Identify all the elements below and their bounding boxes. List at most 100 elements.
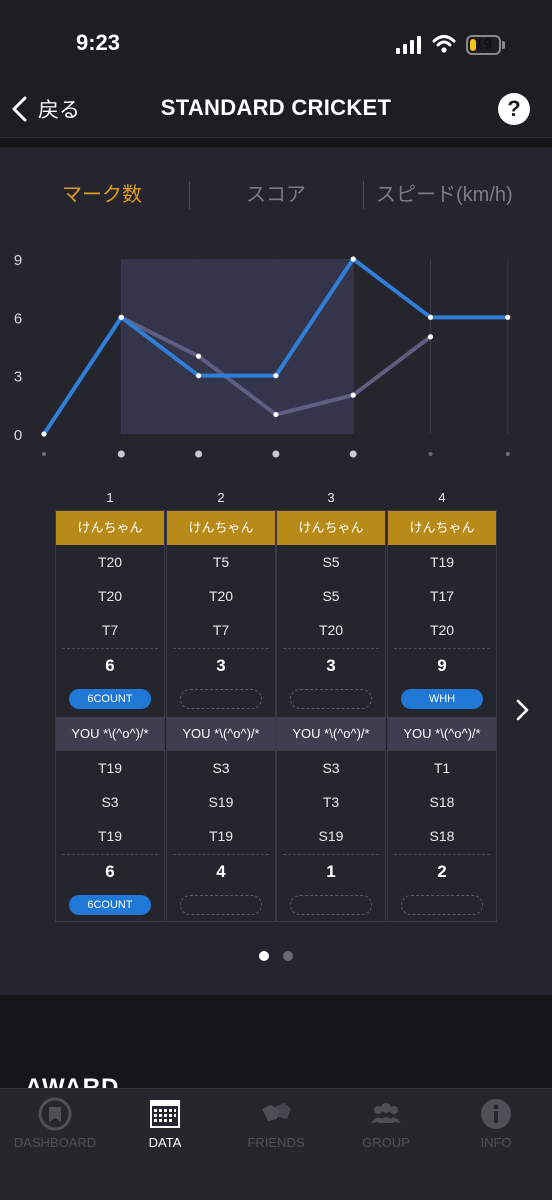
tab-score[interactable]: スコア <box>246 175 306 215</box>
tab-speed[interactable]: スピード(km/h) <box>376 175 513 215</box>
tab-label: INFO <box>480 1135 512 1150</box>
marks-line-chart: 0 3 6 9 <box>14 252 511 458</box>
page-dot[interactable] <box>283 951 293 961</box>
tab-separator <box>189 181 190 209</box>
dart-throw: T19 <box>208 828 234 844</box>
dart-throw: T1 <box>433 760 451 776</box>
data-point <box>505 314 511 320</box>
status-time: 9:23 <box>76 30 121 55</box>
player-name: YOU *\(^o^)/* <box>56 717 164 751</box>
dart-throw: T5 <box>212 554 230 570</box>
tab-dashboard[interactable]: DASHBOARD <box>0 1089 110 1159</box>
dart-throw: S18 <box>429 828 455 844</box>
round-column: けんちゃん S5 S5 T20 3 YOU *\(^o^)/* S3 T3 S19 1 <box>276 510 386 922</box>
tab-label: GROUP <box>362 1135 410 1150</box>
dart-throw: S3 <box>101 794 119 810</box>
wifi-icon <box>432 35 456 53</box>
award-badge <box>401 895 483 915</box>
dart-throw: S19 <box>208 794 234 810</box>
dart-throw: T20 <box>97 554 123 570</box>
player-name: けんちゃん <box>56 511 164 545</box>
cellular-signal-icon <box>396 36 421 54</box>
dashboard-icon <box>38 1097 72 1131</box>
x-axis-dot <box>195 450 203 458</box>
round-number: 4 <box>438 490 446 505</box>
round-marks-total: 2 <box>437 862 447 881</box>
round-column: けんちゃん T20 T20 T7 6 6COUNT YOU *\(^o^)/* T19 S3 T1… <box>55 510 165 922</box>
award-badge <box>180 895 262 915</box>
data-icon <box>150 1100 180 1128</box>
tab-friends[interactable]: FRIENDS <box>221 1089 331 1159</box>
player-name: YOU *\(^o^)/* <box>167 717 275 751</box>
round-marks-total: 4 <box>216 862 226 881</box>
award-badge <box>290 895 372 915</box>
x-axis-dot <box>117 450 125 458</box>
tab-data[interactable]: DATA <box>110 1089 220 1159</box>
divider <box>283 648 379 649</box>
player-name: けんちゃん <box>167 511 275 545</box>
round-column: けんちゃん T19 T17 T20 9 WHH YOU *\(^o^)/* T1 S18 S18 2 <box>387 510 497 922</box>
tab-label: FRIENDS <box>247 1135 305 1150</box>
chevron-right-icon[interactable] <box>512 697 532 723</box>
data-point <box>427 334 434 340</box>
round-marks-total: 1 <box>326 862 336 881</box>
tab-label: DATA <box>148 1135 182 1150</box>
page-dot-active[interactable] <box>259 951 269 961</box>
divider <box>173 854 269 855</box>
tab-marks[interactable]: マーク数 <box>62 175 142 215</box>
data-point <box>350 392 356 398</box>
metric-tabs: マーク数 スコア スピード(km/h) <box>0 175 552 215</box>
dart-throw: S19 <box>318 828 344 844</box>
tab-info[interactable]: INFO <box>441 1089 551 1159</box>
x-axis-dot <box>272 450 280 458</box>
dart-throw: S3 <box>322 760 340 776</box>
dart-throw: T19 <box>97 760 123 776</box>
data-point <box>41 431 47 437</box>
friends-icon <box>262 1103 291 1121</box>
dart-throw: T20 <box>97 588 123 604</box>
round-marks-total: 9 <box>437 656 447 675</box>
help-button[interactable]: ? <box>498 93 530 125</box>
award-badge: 6COUNT <box>69 689 151 709</box>
data-point <box>427 314 434 320</box>
data-point <box>350 256 356 262</box>
player-name: YOU *\(^o^)/* <box>277 717 385 751</box>
bottom-tab-bar: DASHBOARD DATA FRIENDS GROUP INFO <box>0 1088 552 1200</box>
round-marks-total: 3 <box>326 656 336 675</box>
stats-card: マーク数 スコア スピード(km/h) 0 3 6 9 1 2 3 4 けんちゃん T2… <box>0 147 552 995</box>
player-name: YOU *\(^o^)/* <box>388 717 496 751</box>
divider <box>62 854 158 855</box>
dart-throw: S5 <box>322 554 340 570</box>
round-number: 3 <box>327 490 335 505</box>
y-tick-label: 0 <box>14 427 22 444</box>
tab-group[interactable]: GROUP <box>331 1089 441 1159</box>
y-tick-label: 6 <box>14 310 22 327</box>
divider <box>0 139 552 147</box>
round-number: 2 <box>217 490 225 505</box>
x-axis-dot <box>428 452 433 456</box>
nav-bar: 戻る STANDARD CRICKET ? <box>0 80 552 138</box>
dart-throw: S5 <box>322 588 340 604</box>
divider <box>62 648 158 649</box>
award-badge <box>180 689 262 709</box>
data-point <box>273 411 279 418</box>
page-title: STANDARD CRICKET <box>160 95 392 120</box>
tab-label: DASHBOARD <box>13 1135 97 1150</box>
round-marks-total: 3 <box>216 656 226 675</box>
x-axis-dot <box>42 452 46 456</box>
dart-throw: S3 <box>212 760 230 776</box>
group-icon <box>371 1103 401 1123</box>
round-marks-total: 6 <box>105 862 115 881</box>
dart-throw: T19 <box>429 554 455 570</box>
dart-throw: T19 <box>97 828 123 844</box>
award-badge: 6COUNT <box>69 895 151 915</box>
round-number: 1 <box>106 490 114 505</box>
dart-throw: T17 <box>429 588 455 604</box>
y-tick-label: 9 <box>14 252 22 269</box>
data-point <box>273 373 279 379</box>
tab-separator <box>363 181 364 209</box>
dart-throw: T20 <box>208 588 234 604</box>
award-badge: WHH <box>401 689 483 709</box>
divider <box>394 854 490 855</box>
player-name: けんちゃん <box>277 511 385 545</box>
